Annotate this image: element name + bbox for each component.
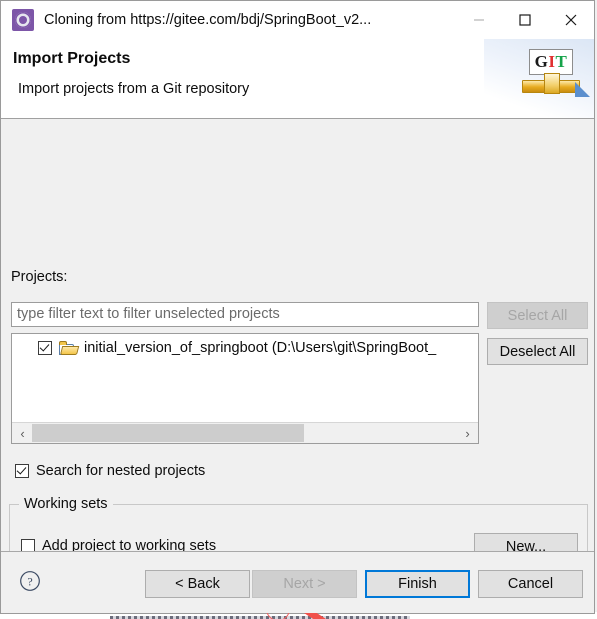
search-nested-projects-row[interactable]: Search for nested projects xyxy=(15,463,205,479)
back-button[interactable]: < Back xyxy=(145,570,250,598)
scroll-left-icon[interactable]: ‹ xyxy=(13,423,32,443)
page-title: Import Projects xyxy=(13,50,131,67)
title-bar: Cloning from https://gitee.com/bdj/Sprin… xyxy=(1,1,594,39)
svg-text:?: ? xyxy=(27,575,32,589)
git-logo-letter-i: I xyxy=(548,52,556,71)
dialog-footer: ? < Back Next > Finish Cancel xyxy=(1,551,594,613)
minimize-button[interactable] xyxy=(456,1,502,39)
cancel-button[interactable]: Cancel xyxy=(478,570,583,598)
filter-input[interactable]: type filter text to filter unselected pr… xyxy=(11,302,479,327)
select-all-button[interactable]: Select All xyxy=(487,302,588,329)
maximize-button[interactable] xyxy=(502,1,548,39)
scroll-right-icon[interactable]: › xyxy=(458,423,477,443)
import-projects-dialog: Cloning from https://gitee.com/bdj/Sprin… xyxy=(0,0,595,619)
wizard-header: Import Projects Import projects from a G… xyxy=(1,39,594,119)
scrollbar-thumb[interactable] xyxy=(32,424,304,442)
list-item[interactable]: initial_version_of_springboot (D:\Users\… xyxy=(12,337,436,359)
projects-list[interactable]: initial_version_of_springboot (D:\Users\… xyxy=(11,333,479,444)
folder-icon xyxy=(59,341,80,355)
project-checkbox[interactable] xyxy=(38,341,52,355)
git-logo-letter-g: G xyxy=(534,52,549,71)
project-name: initial_version_of_springboot (D:\Users\… xyxy=(84,340,437,356)
finish-button[interactable]: Finish xyxy=(365,570,470,598)
projects-label: Projects: xyxy=(11,269,68,285)
search-nested-projects-label: Search for nested projects xyxy=(36,463,206,479)
close-button[interactable] xyxy=(548,1,594,39)
page-subtitle: Import projects from a Git repository xyxy=(18,81,250,97)
git-logo-letter-t: T xyxy=(555,52,568,71)
git-banner-icon: GIT xyxy=(522,49,590,107)
horizontal-scrollbar[interactable]: ‹ › xyxy=(12,422,478,443)
gear-icon xyxy=(12,9,34,31)
help-icon[interactable]: ? xyxy=(19,570,41,592)
working-sets-group-title: Working sets xyxy=(19,496,113,512)
search-nested-projects-checkbox[interactable] xyxy=(15,464,29,478)
window-title: Cloning from https://gitee.com/bdj/Sprin… xyxy=(44,12,372,28)
dialog-body: Projects: type filter text to filter uns… xyxy=(1,119,594,619)
window-controls xyxy=(456,1,594,39)
deselect-all-button[interactable]: Deselect All xyxy=(487,338,588,365)
screen: Cloning from https://gitee.com/bdj/Sprin… xyxy=(0,0,597,619)
next-button[interactable]: Next > xyxy=(252,570,357,598)
